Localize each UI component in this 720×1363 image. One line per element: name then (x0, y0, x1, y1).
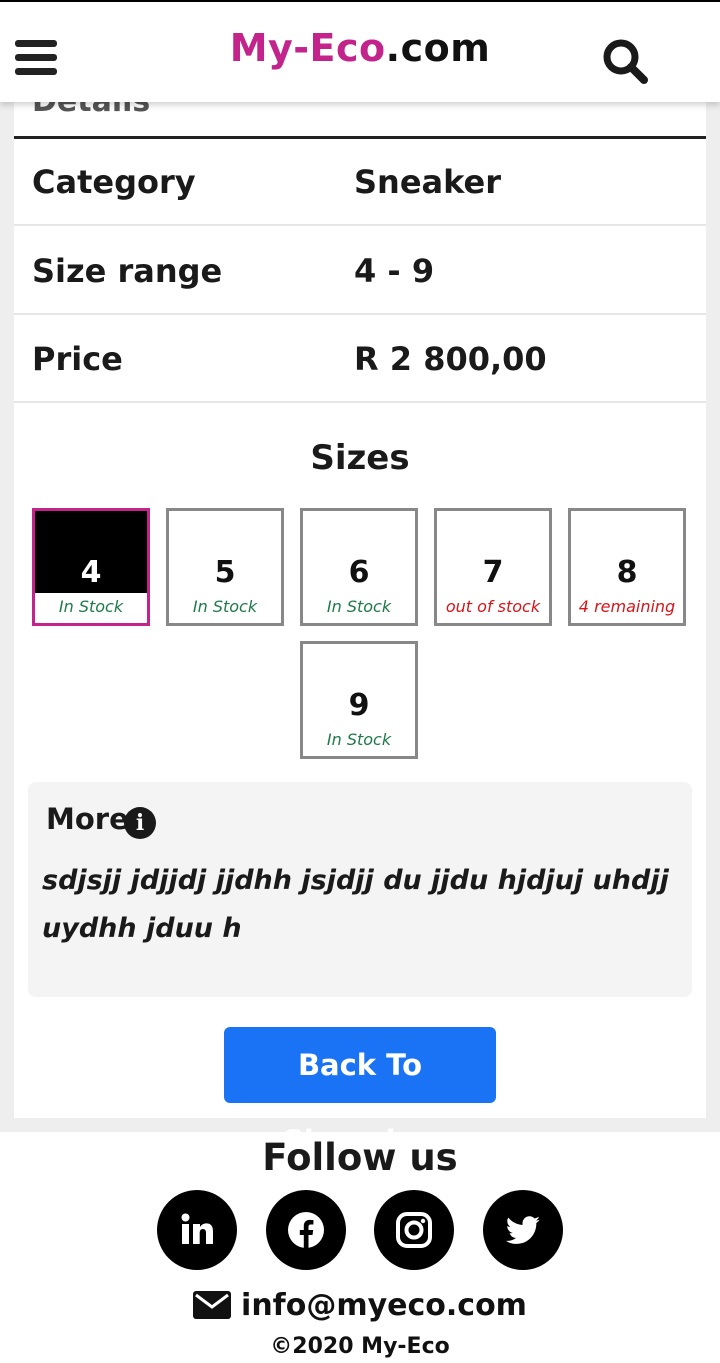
size-number: 8 (616, 555, 638, 590)
more-info-panel: More i sdjsjj jdjjdj jjdhh jsjdjj du jjd… (28, 782, 692, 997)
detail-value: R 2 800,00 (354, 340, 547, 378)
size-option-9[interactable]: 9 In Stock (300, 641, 418, 759)
brand-name: My-Eco (229, 26, 386, 70)
info-icon[interactable]: i (124, 807, 156, 839)
size-number: 7 (482, 555, 504, 590)
stock-status: In Stock (326, 730, 392, 749)
search-icon[interactable] (600, 36, 650, 86)
detail-label: Price (32, 340, 123, 378)
copyright-text: ©2020 My-Eco (270, 1334, 450, 1359)
twitter-icon[interactable] (483, 1190, 563, 1270)
size-option-4[interactable]: 4 In Stock (32, 508, 150, 626)
brand-domain: .com (385, 26, 491, 70)
product-details-card: Details Category Sneaker Size range 4 - … (14, 84, 706, 1158)
back-to-shopping-button[interactable]: Back To Shopping (224, 1027, 496, 1158)
follow-us-heading: Follow us (262, 1136, 458, 1179)
contact-email[interactable]: info@myeco.com (0, 1288, 720, 1323)
size-number: 4 (80, 555, 102, 590)
size-option-8[interactable]: 8 4 remaining (568, 508, 686, 626)
facebook-icon[interactable] (266, 1190, 346, 1270)
email-address: info@myeco.com (241, 1288, 527, 1323)
stock-status: In Stock (326, 597, 392, 616)
instagram-icon[interactable] (374, 1190, 454, 1270)
more-description: sdjsjj jdjjdj jjdhh jsjdjj du jjdu hjdju… (42, 865, 669, 944)
sizes-title: Sizes (310, 438, 410, 478)
stock-status: In Stock (58, 597, 124, 616)
size-option-6[interactable]: 6 In Stock (300, 508, 418, 626)
site-header: My-Eco.com (0, 2, 720, 102)
detail-row-price: Price R 2 800,00 (14, 316, 706, 403)
size-number: 9 (348, 688, 370, 723)
stock-status: 4 remaining (578, 597, 676, 616)
detail-label: Size range (32, 252, 223, 290)
stock-status: In Stock (192, 597, 258, 616)
detail-row-category: Category Sneaker (14, 139, 706, 226)
detail-value: 4 - 9 (354, 252, 435, 290)
size-option-5[interactable]: 5 In Stock (166, 508, 284, 626)
detail-row-size-range: Size range 4 - 9 (14, 228, 706, 315)
size-number: 5 (214, 555, 236, 590)
size-number: 6 (348, 555, 370, 590)
envelope-icon (193, 1291, 232, 1319)
size-option-7[interactable]: 7 out of stock (434, 508, 552, 626)
linkedin-icon[interactable] (157, 1190, 237, 1270)
more-title: More (46, 802, 129, 836)
stock-status: out of stock (445, 597, 541, 616)
detail-label: Category (32, 163, 196, 201)
detail-value: Sneaker (354, 163, 502, 201)
site-footer: Follow us info@myeco.com ©2020 My-Eco (0, 1132, 720, 1363)
